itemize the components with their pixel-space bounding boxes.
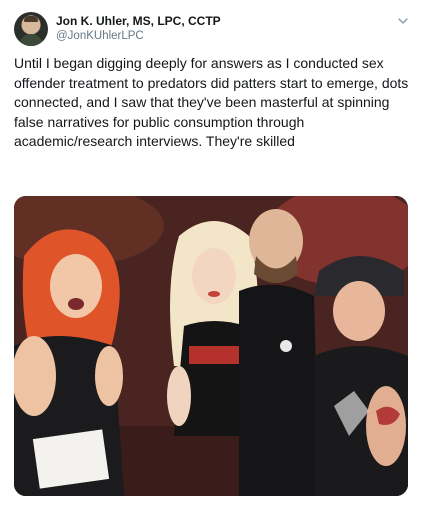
author-name[interactable]: Jon K. Uhler, MS, LPC, CCTP (56, 14, 221, 28)
tweet-text: Until I began digging deeply for answers… (14, 55, 409, 149)
person-right (314, 256, 408, 496)
tweet-card[interactable]: Jon K. Uhler, MS, LPC, CCTP @JonKUhlerLP… (0, 0, 421, 505)
author-avatar[interactable] (14, 12, 48, 46)
chevron-down-icon[interactable] (396, 14, 410, 28)
tweet-photo[interactable] (14, 196, 408, 496)
tweet-header: Jon K. Uhler, MS, LPC, CCTP @JonKUhlerLP… (14, 10, 410, 48)
photo-illustration (14, 196, 408, 496)
author-handle[interactable]: @JonKUhlerLPC (56, 30, 144, 42)
person-left (14, 229, 124, 496)
